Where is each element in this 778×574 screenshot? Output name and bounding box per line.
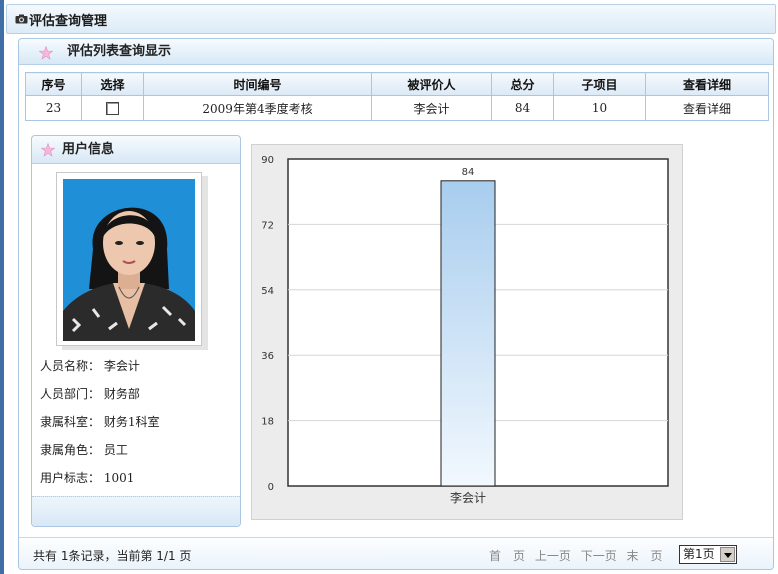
info-value: 财务部 bbox=[103, 387, 140, 401]
info-value: 1001 bbox=[103, 471, 135, 485]
info-label: 隶属角色： bbox=[40, 443, 101, 457]
score-chart-svg: 0 18 36 54 72 90 84 李会计 bbox=[261, 155, 669, 505]
info-value: 李会计 bbox=[103, 359, 140, 373]
page-title: 评估查询管理 bbox=[29, 13, 108, 29]
page-select-value: 第1页 bbox=[683, 547, 715, 561]
cell-index: 23 bbox=[25, 95, 82, 121]
cell-period: 2009年第4季度考核 bbox=[143, 95, 372, 121]
y-tick-label: 36 bbox=[261, 351, 274, 362]
info-label: 人员名称： bbox=[40, 359, 101, 373]
info-value: 财务1科室 bbox=[103, 415, 160, 429]
info-label: 用户标志： bbox=[40, 471, 101, 485]
star-icon bbox=[41, 143, 55, 157]
score-chart: 0 18 36 54 72 90 84 李会计 bbox=[251, 144, 683, 520]
cell-detail-link[interactable]: 查看详细 bbox=[645, 95, 769, 121]
prev-page-link[interactable]: 上一页 bbox=[535, 549, 571, 563]
pagination-bar: 共有 1条记录，当前第 1/1 页 首 页 上一页 下一页 末 页 第1页 bbox=[19, 537, 773, 569]
camera-icon bbox=[15, 14, 28, 24]
info-value: 员工 bbox=[103, 443, 128, 457]
cell-select bbox=[81, 95, 144, 121]
y-tick-label: 90 bbox=[261, 155, 274, 166]
chevron-down-icon[interactable] bbox=[720, 547, 735, 562]
col-header-detail: 查看详细 bbox=[645, 72, 769, 96]
user-photo bbox=[63, 179, 195, 341]
table-header-row: 序号 选择 时间编号 被评价人 总分 子项目 查看详细 bbox=[25, 72, 769, 96]
col-header-score: 总分 bbox=[491, 72, 554, 96]
evaluation-panel: 评估列表查询显示 序号 选择 时间编号 被评价人 总分 子项目 查看详细 23 … bbox=[18, 38, 774, 570]
col-header-person: 被评价人 bbox=[371, 72, 492, 96]
x-tick-label: 李会计 bbox=[450, 490, 486, 505]
top-header: 评估查询管理 bbox=[6, 4, 776, 34]
panel-header: 评估列表查询显示 bbox=[19, 39, 773, 65]
col-header-subitems: 子项目 bbox=[553, 72, 646, 96]
cell-subitems: 10 bbox=[553, 95, 646, 121]
last-page-link[interactable]: 末 页 bbox=[627, 549, 663, 563]
col-header-select: 选择 bbox=[81, 72, 144, 96]
row-select-checkbox[interactable] bbox=[106, 102, 119, 115]
info-label: 隶属科室： bbox=[40, 415, 101, 429]
info-row-section: 隶属科室： 财务1科室 bbox=[40, 408, 159, 436]
left-border bbox=[0, 0, 4, 574]
user-info-list: 人员名称： 李会计 人员部门： 财务部 隶属科室： 财务1科室 隶属角色： 员工… bbox=[40, 352, 159, 492]
cell-score: 84 bbox=[491, 95, 554, 121]
bar bbox=[440, 180, 496, 487]
y-tick-label: 0 bbox=[268, 482, 274, 493]
cell-person: 李会计 bbox=[371, 95, 492, 121]
next-page-link[interactable]: 下一页 bbox=[581, 549, 617, 563]
star-icon bbox=[39, 46, 53, 60]
table-row: 23 2009年第4季度考核 李会计 84 10 查看详细 bbox=[25, 95, 769, 121]
info-row-name: 人员名称： 李会计 bbox=[40, 352, 159, 380]
info-row-user-id: 用户标志： 1001 bbox=[40, 464, 159, 492]
info-row-department: 人员部门： 财务部 bbox=[40, 380, 159, 408]
y-tick-label: 18 bbox=[261, 417, 274, 428]
panel-title: 评估列表查询显示 bbox=[67, 44, 172, 59]
bar-data-label: 84 bbox=[462, 167, 475, 178]
y-tick-label: 72 bbox=[261, 220, 274, 231]
info-row-role: 隶属角色： 员工 bbox=[40, 436, 159, 464]
evaluation-table: 序号 选择 时间编号 被评价人 总分 子项目 查看详细 23 2009年第4季度… bbox=[25, 72, 769, 121]
user-info-box: 用户信息 人员名称： 李会计 人员部门： 财务部 隶属科室： 财务1科室 隶属角… bbox=[31, 135, 241, 527]
page-select[interactable]: 第1页 bbox=[679, 545, 737, 564]
col-header-period: 时间编号 bbox=[143, 72, 372, 96]
y-tick-label: 54 bbox=[261, 286, 274, 297]
user-info-footer bbox=[32, 496, 240, 526]
col-header-index: 序号 bbox=[25, 72, 82, 96]
pager: 首 页 上一页 下一页 末 页 bbox=[489, 547, 669, 564]
user-info-title: 用户信息 bbox=[62, 142, 115, 157]
photo-frame bbox=[56, 172, 202, 346]
record-count-text: 共有 1条记录，当前第 1/1 页 bbox=[33, 549, 192, 563]
user-info-header: 用户信息 bbox=[32, 136, 240, 164]
first-page-link[interactable]: 首 页 bbox=[489, 549, 525, 563]
info-label: 人员部门： bbox=[40, 387, 101, 401]
